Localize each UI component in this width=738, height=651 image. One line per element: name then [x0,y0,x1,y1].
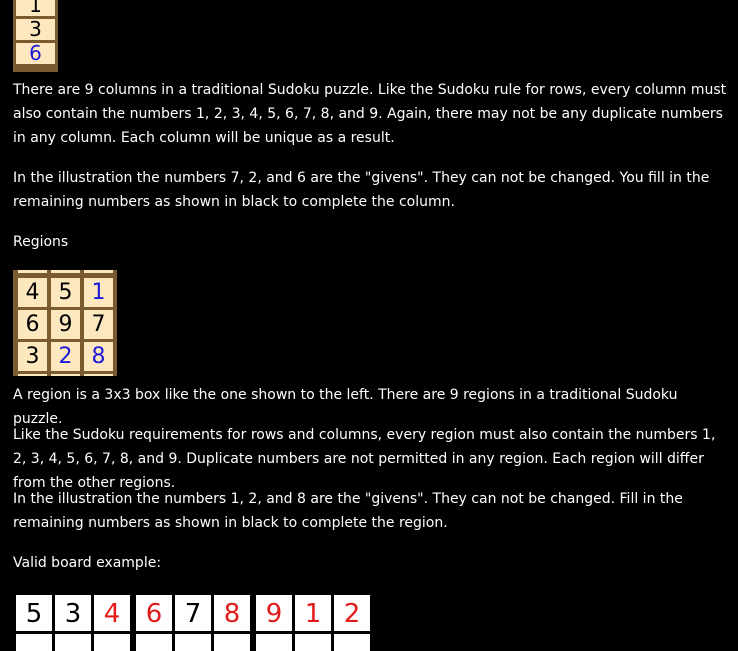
valid-board-label: Valid board example: [13,555,162,571]
column-cell: 1 [16,0,55,16]
region-cell: 6 [18,310,47,339]
board-cell-red: 1 [295,595,331,631]
column-cell-given: 6 [16,43,55,64]
column-illustration-image: 1 3 6 [13,0,58,72]
board-cell-red: 8 [214,595,250,631]
region-cell-given: 8 [84,342,113,371]
region-cell-given: 1 [84,278,113,307]
region-rule-paragraph: Like the Sudoku requirements for rows an… [13,427,716,491]
columns-illustration-paragraph: In the illustration the numbers 7, 2, an… [13,170,710,210]
board-cell: 5 [16,595,52,631]
region-illustration-image: 4 5 1 6 9 7 3 2 8 [13,270,117,376]
region-cell: 9 [51,310,80,339]
board-cell-red: 6 [136,595,172,631]
board-cell: 3 [55,595,91,631]
columns-rule-paragraph: There are 9 columns in a traditional Sud… [13,82,727,146]
valid-board-image: 5 3 4 6 7 8 9 1 2 [13,591,376,651]
region-illustration-paragraph: In the illustration the numbers 1, 2, an… [13,491,683,531]
column-cell: 3 [16,19,55,40]
board-cell-red: 4 [94,595,130,631]
regions-heading: Regions [13,234,69,250]
board-cell-red: 9 [256,595,292,631]
region-cell-given: 2 [51,342,80,371]
region-cell: 5 [51,278,80,307]
region-cell: 3 [18,342,47,371]
region-cell: 7 [84,310,113,339]
board-cell-red: 2 [334,595,370,631]
board-cell: 7 [175,595,211,631]
region-cell: 4 [18,278,47,307]
